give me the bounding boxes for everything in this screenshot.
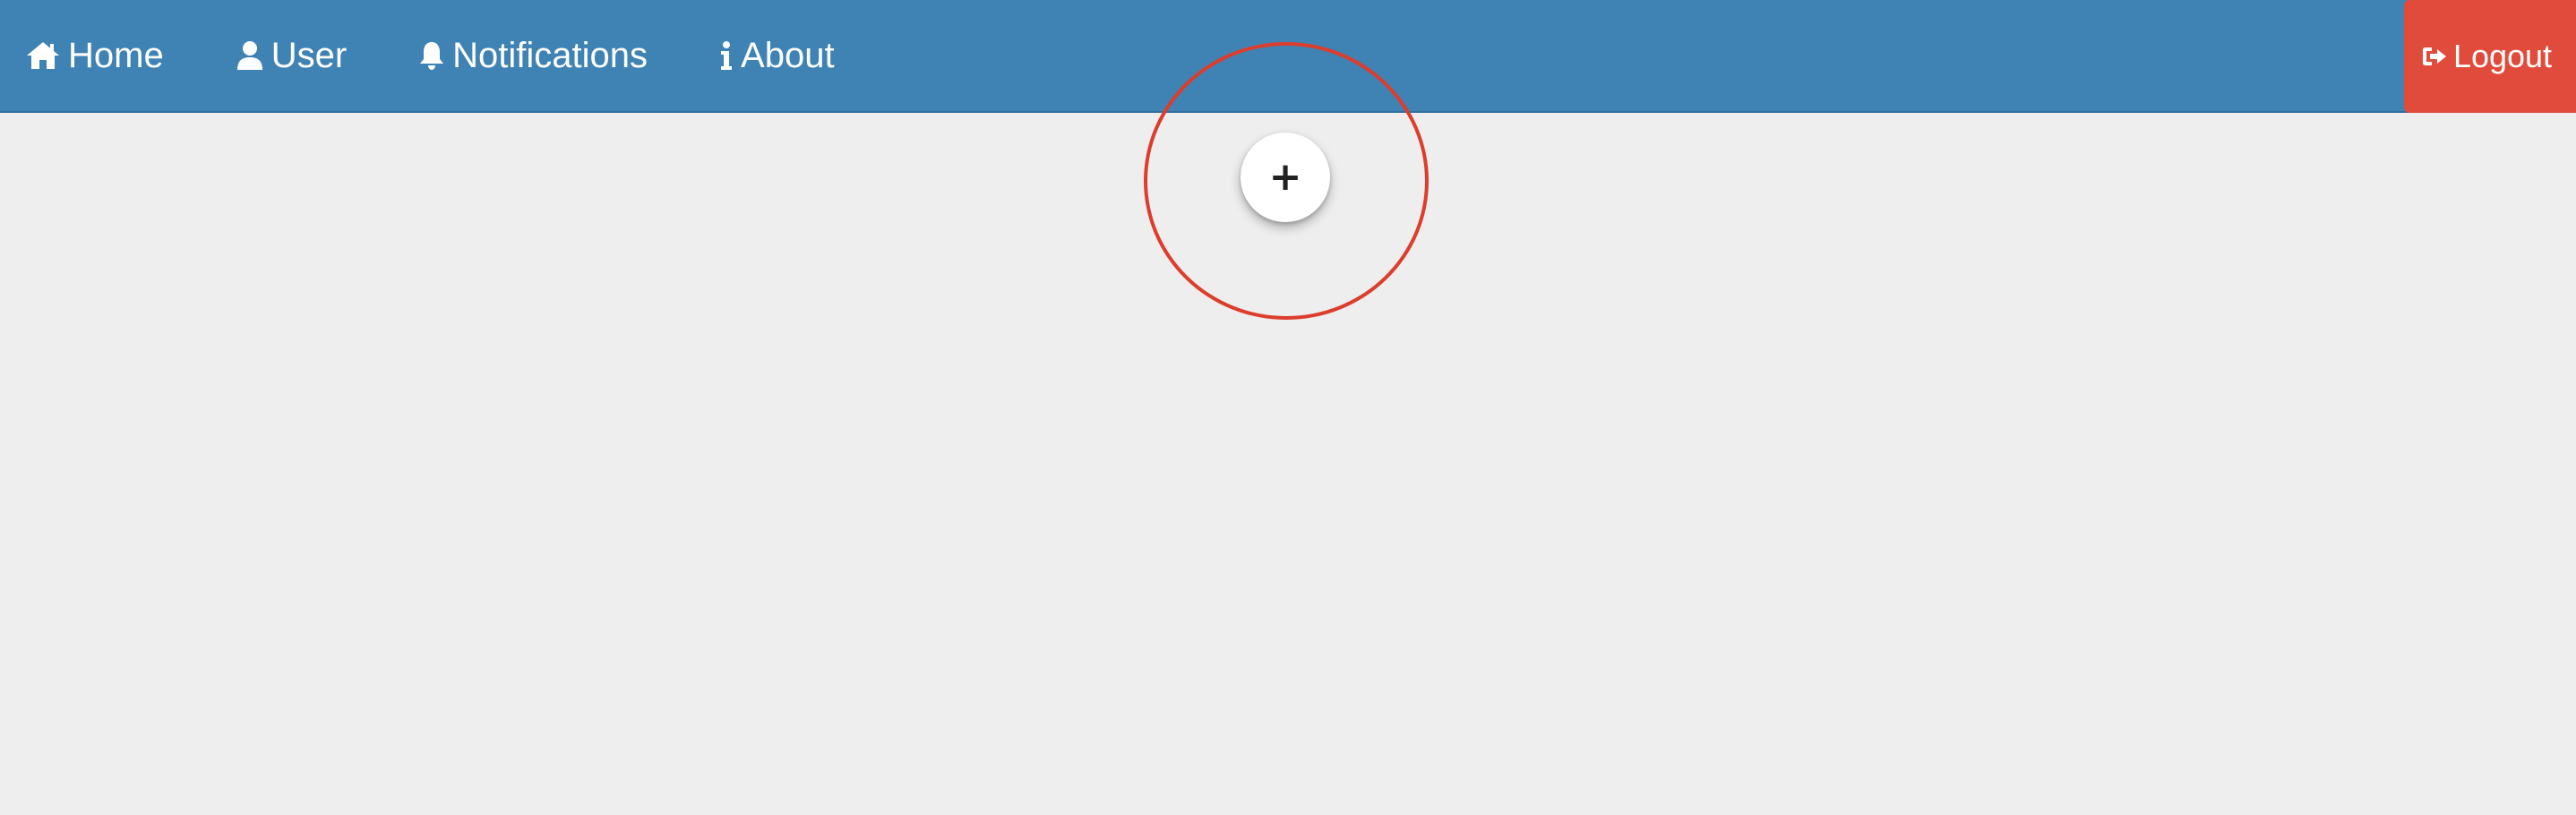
nav-item-user-label: User	[270, 35, 348, 75]
sign-out-icon	[2421, 45, 2448, 68]
user-icon	[236, 40, 264, 71]
nav-item-home[interactable]: Home	[25, 0, 164, 111]
logout-button[interactable]: Logout	[2404, 0, 2576, 113]
nav-item-about[interactable]: About	[719, 0, 835, 111]
logout-label: Logout	[2452, 38, 2553, 74]
nav-item-user[interactable]: User	[236, 0, 347, 111]
nav-item-about-label: About	[741, 35, 835, 75]
plus-icon: +	[1268, 154, 1302, 200]
nav-item-notifications-label: Notifications	[452, 35, 648, 75]
top-navbar: Home User Notifications About Logout	[0, 0, 2576, 113]
nav-item-notifications[interactable]: Notifications	[418, 0, 648, 111]
info-icon	[719, 40, 734, 71]
bell-icon	[418, 40, 445, 71]
nav-item-home-label: Home	[68, 35, 164, 75]
nav-items: Home User Notifications About	[0, 0, 835, 111]
add-button[interactable]: +	[1241, 133, 1330, 222]
home-icon	[25, 40, 61, 71]
